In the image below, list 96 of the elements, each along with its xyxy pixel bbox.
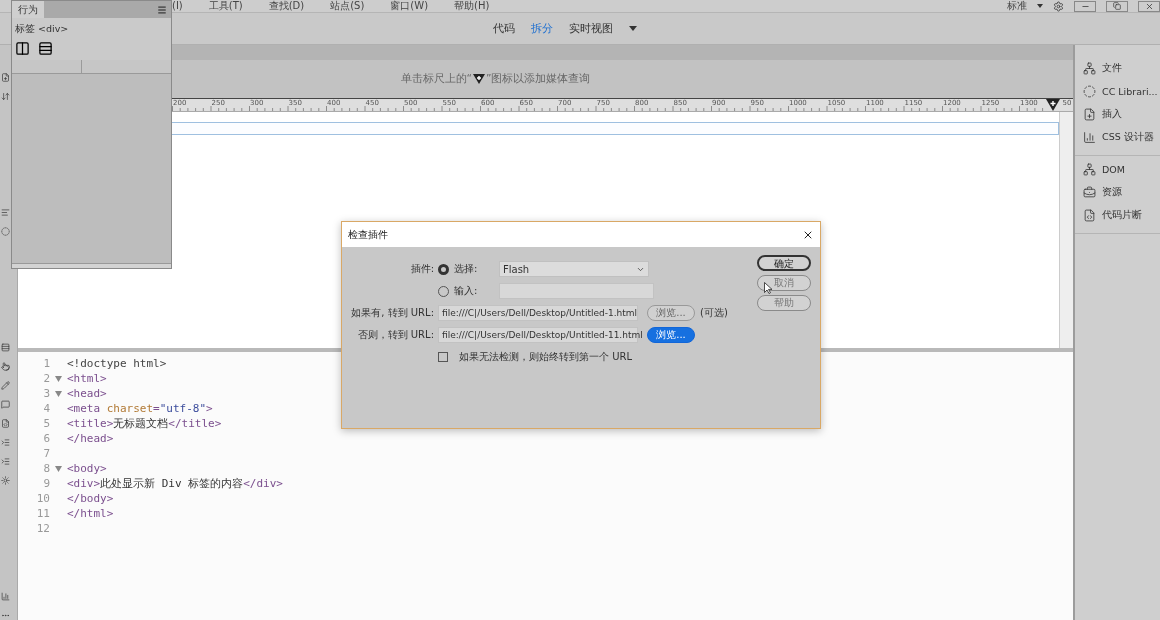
comment-icon[interactable] xyxy=(1,400,10,409)
minimize-button[interactable] xyxy=(1074,0,1096,12)
code-line: <title>无标题文档</title> xyxy=(67,416,222,431)
restore-icon xyxy=(1113,2,1121,10)
list-icon[interactable] xyxy=(1,343,10,352)
menu-item[interactable]: 工具(T) xyxy=(208,0,243,12)
line-number: 9 xyxy=(42,477,50,490)
menu-item[interactable]: 查找(D) xyxy=(268,0,305,12)
code-line: <div>此处显示新 Div 标签的内容</div> xyxy=(67,476,283,491)
close-icon xyxy=(1144,1,1154,11)
add-marker-icon xyxy=(473,74,485,84)
hint-text: 单击标尺上的“ xyxy=(400,72,472,86)
line-number: 6 xyxy=(42,432,50,445)
panel-tab[interactable]: 文件 xyxy=(1083,59,1160,78)
close-button[interactable] xyxy=(1138,0,1160,12)
fold-arrow-icon[interactable] xyxy=(55,375,62,382)
fold-arrow-icon[interactable] xyxy=(55,465,62,472)
hint-text: ”图标以添加媒体查询 xyxy=(486,72,591,86)
scrollbar[interactable] xyxy=(1059,112,1073,348)
chart-file-icon xyxy=(1083,131,1096,144)
file-code-icon[interactable] xyxy=(1,419,10,428)
panel-tab[interactable]: 代码片断 xyxy=(1083,206,1160,225)
line-number: 4 xyxy=(42,402,50,415)
browse-button[interactable]: 浏览... xyxy=(647,305,695,321)
insert-icon xyxy=(1083,108,1096,121)
menu-item[interactable]: (I) xyxy=(172,0,183,12)
dashed-circle-icon[interactable] xyxy=(1,227,10,236)
panel-tab[interactable]: CSS 设计器 xyxy=(1083,128,1160,147)
view-tab[interactable]: 代码 xyxy=(493,21,515,36)
menu-item[interactable]: 站点(S) xyxy=(330,0,365,12)
settings-icon[interactable] xyxy=(1053,0,1064,12)
file-plus-icon[interactable] xyxy=(1,73,10,82)
tree-icon xyxy=(1083,163,1096,176)
menu-icon[interactable] xyxy=(157,4,167,15)
panel-tab[interactable]: CC Librari... xyxy=(1083,82,1160,101)
sun-icon[interactable] xyxy=(1,476,10,485)
pointer-icon[interactable] xyxy=(1,362,10,371)
panel-tab[interactable]: 资源 xyxy=(1083,183,1160,202)
panel-tab[interactable]: 行为 xyxy=(12,1,44,18)
code-line: <meta charset="utf-8"> xyxy=(67,402,213,415)
optional-note: (可选) xyxy=(700,306,728,320)
sort-arrows-icon[interactable] xyxy=(1,92,10,101)
menu-item[interactable]: 窗口(W) xyxy=(390,0,429,12)
dialog-title: 检查插件 xyxy=(348,227,388,242)
line-number: 3 xyxy=(42,387,50,400)
line-number: 10 xyxy=(35,492,50,505)
code-line: <head> xyxy=(67,387,107,400)
view-tab[interactable]: 实时视图 xyxy=(569,21,613,36)
rows-icon[interactable] xyxy=(38,41,53,56)
option-label: 输入: xyxy=(454,284,479,298)
line-number: 7 xyxy=(42,447,50,460)
add-marker-icon[interactable] xyxy=(1046,99,1060,111)
snippet-file-icon xyxy=(1083,209,1096,222)
field-label: 否则，转到 URL: xyxy=(356,328,434,342)
line-number: 8 xyxy=(42,462,50,475)
line-number: 12 xyxy=(35,522,50,535)
url-field[interactable]: file:///C|/Users/Dell/Desktop/Untitled-1.html xyxy=(438,305,638,321)
line-number: 11 xyxy=(35,507,50,520)
workspace-dropdown[interactable]: 标准 xyxy=(1007,0,1027,12)
circles-icon xyxy=(1083,85,1096,98)
cursor-icon xyxy=(764,282,772,294)
radio-button[interactable] xyxy=(438,263,449,275)
tag-label: 标签 <div> xyxy=(12,18,171,41)
line-number: 2 xyxy=(42,372,50,385)
indent-icon[interactable] xyxy=(1,457,10,466)
panel-tab[interactable]: DOM xyxy=(1083,160,1160,179)
plugin-select[interactable]: Flash xyxy=(499,261,649,277)
code-line: </head> xyxy=(67,432,114,445)
line-number: 1 xyxy=(42,357,50,370)
field-label: 如果有, 转到 URL: xyxy=(350,306,434,320)
checkbox-label: 如果无法检测，则始终转到第一个 URL xyxy=(459,349,633,364)
fold-arrow-icon[interactable] xyxy=(55,390,62,397)
checkbox[interactable] xyxy=(438,351,448,362)
briefcase-icon xyxy=(1083,186,1096,199)
align-left-icon[interactable] xyxy=(1,208,10,217)
line-number: 5 xyxy=(42,417,50,430)
pencil-icon[interactable] xyxy=(1,381,10,390)
more-icon[interactable] xyxy=(1,611,10,620)
code-line: <!doctype html> xyxy=(67,357,167,370)
bar-chart-icon[interactable] xyxy=(1,592,10,601)
code-line: <body> xyxy=(67,462,107,475)
dropdown-caret-icon[interactable] xyxy=(1037,4,1043,8)
menu-item[interactable]: 帮助(H) xyxy=(454,0,490,12)
option-label: 选择: xyxy=(454,262,479,276)
field-label: 插件: xyxy=(409,262,434,276)
panel-tab[interactable]: 插入 xyxy=(1083,105,1160,124)
code-line: </html> xyxy=(67,507,114,520)
code-line: <html> xyxy=(67,372,107,385)
browse-button[interactable]: 浏览... xyxy=(647,327,695,343)
dialog-button[interactable]: 确定 xyxy=(757,255,811,271)
restore-button[interactable] xyxy=(1106,0,1128,12)
dropdown-caret-icon[interactable] xyxy=(629,26,637,31)
sitemap-icon xyxy=(1083,62,1096,75)
code-line: </body> xyxy=(67,492,114,505)
columns-icon[interactable] xyxy=(15,41,30,56)
indent-icon[interactable] xyxy=(1,438,10,447)
